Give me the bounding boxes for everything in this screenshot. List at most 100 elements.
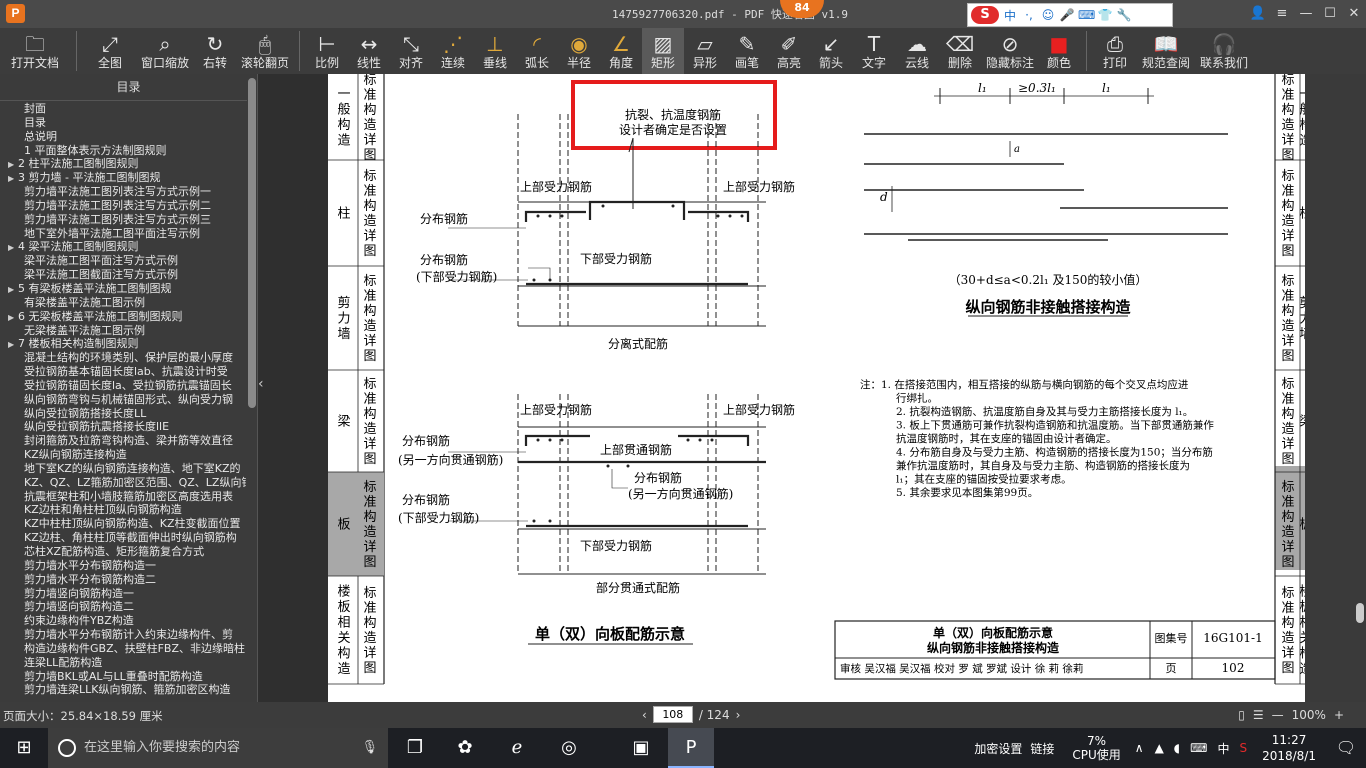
scale-button[interactable]: ⊢ 比例 bbox=[306, 28, 348, 74]
toc-item[interactable]: ▶ 6 无梁板楼盖平法施工图制图规则 bbox=[0, 310, 246, 324]
toc-item[interactable]: 受拉钢筋基本锚固长度lab、抗震设计时受 bbox=[0, 365, 246, 379]
linear-button[interactable]: ↔ 线性 bbox=[348, 28, 390, 74]
continuous-button[interactable]: ⋰ 连续 bbox=[432, 28, 474, 74]
toc-item[interactable]: 无梁楼盖平法施工图示例 bbox=[0, 324, 246, 338]
tray-keyboard-icon[interactable]: ⌨ bbox=[1190, 741, 1207, 755]
toc-item[interactable]: 抗震框架柱和小墙肢箍筋加密区高度选用表 bbox=[0, 490, 246, 504]
swirl-app-icon[interactable]: ◎ bbox=[546, 728, 592, 768]
toc-item[interactable]: 纵向钢筋弯钩与机械锚固形式、纵向受力钢 bbox=[0, 393, 246, 407]
tray-chevron-icon[interactable]: ∧ bbox=[1135, 741, 1144, 755]
ime-chinese-toggle[interactable]: 中 bbox=[1002, 7, 1018, 24]
minimize-icon[interactable]: — bbox=[1294, 0, 1318, 28]
brush-button[interactable]: ✎ 画笔 bbox=[726, 28, 768, 74]
ime-tools-icon[interactable]: 🔧 bbox=[1116, 8, 1132, 22]
toc-item[interactable]: 芯柱XZ配筋构造、矩形箍筋复合方式 bbox=[0, 545, 246, 559]
zoom-in-icon[interactable]: + bbox=[1334, 708, 1344, 722]
toc-scroll-thumb[interactable] bbox=[248, 78, 256, 408]
toc-item[interactable]: 梁平法施工图截面注写方式示例 bbox=[0, 268, 246, 282]
toc-item[interactable]: KZ边柱、角柱柱顶等截面伸出时纵向钢筋构 bbox=[0, 531, 246, 545]
print-button[interactable]: ⎙ 打印 bbox=[1093, 28, 1137, 74]
tray-sogou-icon[interactable]: S bbox=[1239, 741, 1247, 755]
toc-item[interactable]: 梁平法施工图平面注写方式示例 bbox=[0, 254, 246, 268]
toc-item[interactable]: 剪力墙连梁LLK纵向钢筋、箍筋加密区构造 bbox=[0, 683, 246, 697]
toc-item[interactable]: 构造边缘构件GBZ、扶壁柱FBZ、非边缘暗柱 bbox=[0, 642, 246, 656]
toc-item[interactable]: 剪力墙平法施工图列表注写方式示例一 bbox=[0, 185, 246, 199]
rotate-right-button[interactable]: ↻ 右转 bbox=[193, 28, 237, 74]
delete-button[interactable]: ⌫ 删除 bbox=[938, 28, 982, 74]
toc-item[interactable]: 受拉钢筋锚固长度la、受拉钢筋抗震锚固长 bbox=[0, 379, 246, 393]
toc-item[interactable]: 总说明 bbox=[0, 130, 246, 144]
cpu-monitor[interactable]: 7% CPU使用 bbox=[1072, 734, 1120, 762]
continuous-page-icon[interactable]: ☰ bbox=[1253, 708, 1264, 722]
task-view-icon[interactable]: ❐ bbox=[392, 728, 438, 768]
tray-text-encrypt[interactable]: 加密 bbox=[974, 740, 998, 757]
ime-keyboard-icon[interactable]: ⌨ bbox=[1078, 8, 1095, 22]
expand-arrow-icon[interactable]: ▶ bbox=[8, 338, 18, 351]
viewer-scroll-thumb[interactable] bbox=[1356, 603, 1364, 623]
ime-emoji-icon[interactable]: ☺ bbox=[1040, 8, 1056, 22]
toc-item[interactable]: 封面 bbox=[0, 102, 246, 116]
action-center-icon[interactable]: 🗨 bbox=[1326, 728, 1366, 768]
toc-item[interactable]: ▶ 3 剪力墙 - 平法施工图制图规 bbox=[0, 171, 246, 185]
document-viewer[interactable]: 一般构造 标准构造详图柱标准构造详图 剪力墙 标准构造详图梁标准构造详图板标准构造详图… bbox=[328, 73, 1366, 702]
tray-network-icon[interactable]: ▲ bbox=[1155, 741, 1164, 755]
prev-page-icon[interactable]: ‹ bbox=[642, 708, 647, 722]
toc-item[interactable]: ▶ 5 有梁板楼盖平法施工图制图规 bbox=[0, 282, 246, 296]
fan-app-icon[interactable]: ✿ bbox=[442, 728, 488, 768]
toc-item[interactable]: 地下室外墙平法施工图平面注写示例 bbox=[0, 227, 246, 241]
close-icon[interactable]: ✕ bbox=[1342, 0, 1366, 28]
toc-item[interactable]: ▶ 4 梁平法施工图制图规则 bbox=[0, 240, 246, 254]
toc-scrollbar[interactable] bbox=[247, 74, 257, 702]
menu-icon[interactable]: ≡ bbox=[1270, 0, 1294, 28]
zoom-out-icon[interactable]: — bbox=[1272, 708, 1284, 722]
expand-arrow-icon[interactable]: ▶ bbox=[8, 172, 18, 185]
text-button[interactable]: T 文字 bbox=[852, 28, 896, 74]
cortana-icon[interactable] bbox=[58, 739, 76, 757]
toc-item[interactable]: 剪力墙竖向钢筋构造二 bbox=[0, 600, 246, 614]
expand-arrow-icon[interactable]: ▶ bbox=[8, 311, 18, 324]
open-file-button[interactable]: 🗀 打开文档 bbox=[0, 28, 70, 74]
fit-all-button[interactable]: ⤢ 全图 bbox=[83, 28, 137, 74]
toc-item[interactable]: KZ中柱柱顶纵向钢筋构造、KZ柱变截面位置 bbox=[0, 517, 246, 531]
toc-item[interactable]: 地下室KZ的纵向钢筋连接构造、地下室KZ的 bbox=[0, 462, 246, 476]
irregular-button[interactable]: ▱ 异形 bbox=[684, 28, 726, 74]
toc-item[interactable]: ▶ 7 楼板相关构造制图规则 bbox=[0, 337, 246, 351]
contact-button[interactable]: 🎧 联系我们 bbox=[1195, 28, 1253, 74]
highlight-button[interactable]: ✐ 高亮 bbox=[768, 28, 810, 74]
pdf-viewer-task-icon[interactable]: P bbox=[668, 728, 714, 768]
ime-punct-icon[interactable]: ·, bbox=[1021, 8, 1037, 22]
hide-marks-button[interactable]: ⊘ 隐藏标注 bbox=[982, 28, 1038, 74]
toc-item[interactable]: 剪力墙竖向钢筋构造一 bbox=[0, 587, 246, 601]
toc-item[interactable]: 剪力墙BKL或AL与LL重叠时配筋构造 bbox=[0, 670, 246, 684]
toc-item[interactable]: 约束边缘构件YBZ构造 bbox=[0, 614, 246, 628]
user-icon[interactable]: 👤 bbox=[1246, 0, 1270, 28]
ime-mic-icon[interactable]: 🎤 bbox=[1059, 8, 1075, 22]
toc-item[interactable]: 剪力墙平法施工图列表注写方式示例三 bbox=[0, 213, 246, 227]
sogou-logo-icon[interactable]: S bbox=[971, 6, 999, 24]
toc-item[interactable]: 有梁楼盖平法施工图示例 bbox=[0, 296, 246, 310]
toc-item[interactable]: 剪力墙平法施工图列表注写方式示例二 bbox=[0, 199, 246, 213]
next-page-icon[interactable]: › bbox=[736, 708, 741, 722]
rectangle-button[interactable]: ▨ 矩形 bbox=[642, 28, 684, 74]
radius-button[interactable]: ◉ 半径 bbox=[558, 28, 600, 74]
toc-item[interactable]: KZ边柱和角柱柱顶纵向钢筋构造 bbox=[0, 503, 246, 517]
single-page-icon[interactable]: ▯ bbox=[1238, 708, 1245, 722]
toc-item[interactable]: 剪力墙水平分布钢筋构造一 bbox=[0, 559, 246, 573]
toc-item[interactable]: 剪力墙水平分布钢筋计入约束边缘构件、剪 bbox=[0, 628, 246, 642]
cloud-button[interactable]: ☁ 云线 bbox=[896, 28, 938, 74]
toc-item[interactable]: KZ、QZ、LZ箍筋加密区范围、QZ、LZ纵向钢 bbox=[0, 476, 246, 490]
maximize-icon[interactable]: ☐ bbox=[1318, 0, 1342, 28]
chat-app-icon[interactable]: ▣ bbox=[618, 728, 664, 768]
toc-item[interactable]: 纵向受拉钢筋搭接长度LL bbox=[0, 407, 246, 421]
expand-arrow-icon[interactable]: ▶ bbox=[8, 158, 18, 171]
collapse-sidebar-icon[interactable]: ‹ bbox=[258, 376, 268, 392]
tray-text-settings[interactable]: 设置 bbox=[998, 740, 1022, 757]
perpendicular-button[interactable]: ⊥ 垂线 bbox=[474, 28, 516, 74]
toc-item[interactable]: 封闭箍筋及拉筋弯钩构造、梁并筋等效直径 bbox=[0, 434, 246, 448]
arrow-button[interactable]: ↙ 箭头 bbox=[810, 28, 852, 74]
window-zoom-button[interactable]: ⌕ 窗口缩放 bbox=[137, 28, 193, 74]
arc-length-button[interactable]: ◜ 弧长 bbox=[516, 28, 558, 74]
taskbar-search[interactable]: 在这里输入你要搜索的内容 🎙 bbox=[48, 728, 388, 768]
expand-arrow-icon[interactable]: ▶ bbox=[8, 241, 18, 254]
expand-arrow-icon[interactable]: ▶ bbox=[8, 283, 18, 296]
